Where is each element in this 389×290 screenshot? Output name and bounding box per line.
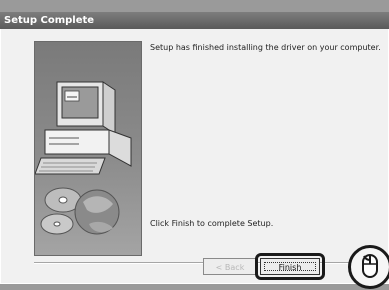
back-button[interactable]: < Back <box>203 258 257 275</box>
focus-rectangle <box>264 262 316 271</box>
finish-button[interactable]: Finish <box>260 258 320 275</box>
setup-dialog: Setup Complete Setup has finished instal… <box>0 12 389 284</box>
finish-instruction: Click Finish to complete Setup. <box>150 219 274 228</box>
mouse-icon <box>362 254 378 278</box>
completion-message: Setup has finished installing the driver… <box>150 43 381 52</box>
window-title: Setup Complete <box>4 15 95 26</box>
title-bar: Setup Complete <box>0 12 389 29</box>
mouse-badge <box>348 245 389 289</box>
computer-illustration-icon <box>34 81 132 235</box>
illustration-panel <box>34 41 142 256</box>
